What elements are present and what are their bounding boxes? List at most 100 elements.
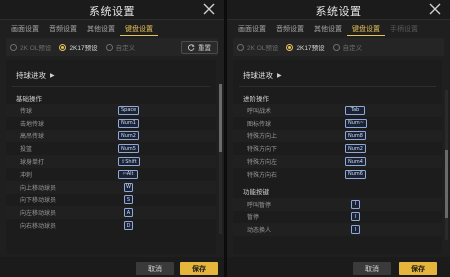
key-binding[interactable]: Num8 xyxy=(345,131,366,141)
refresh-icon xyxy=(188,43,195,51)
tab-other[interactable]: 其他设置 xyxy=(309,20,347,36)
keybind-row: 传球 Space xyxy=(6,104,216,117)
tab-display[interactable]: 画面设置 xyxy=(233,20,271,36)
group-label: 基础操作 xyxy=(16,95,42,103)
keybind-row: 向上移动球员 W xyxy=(6,180,216,194)
keybind-row: 高吊传球 Num2 xyxy=(6,129,216,143)
key-binding[interactable]: ⇦Alt xyxy=(118,169,138,179)
keybind-row: 图标传球 Num~ xyxy=(233,117,442,130)
tab-keyboard[interactable]: 键盘设置 xyxy=(347,20,385,36)
radio-icon xyxy=(237,43,244,51)
action-label: 特殊方向下 xyxy=(247,147,278,154)
scroll-thumb[interactable] xyxy=(219,84,222,152)
scrollbar[interactable] xyxy=(219,84,222,234)
preset-2kol[interactable]: 2K OL预设 xyxy=(237,42,278,52)
settings-dialog-right: 系统设置 画面设置 音频设置 其他设置 键盘设置 手柄设置 2K OL预设 2K… xyxy=(227,0,450,277)
preset-custom[interactable]: 自定义 xyxy=(332,42,363,52)
keybind-rows: 呼叫暂停 I 暂停 I 动态换人 I xyxy=(233,197,442,237)
key-binding[interactable]: D xyxy=(124,221,133,231)
keybind-row: 球身单打 ⇧Shift xyxy=(6,155,216,168)
action-label: 投篮 xyxy=(20,147,33,154)
group-label: 功能按键 xyxy=(243,189,269,197)
tab-gamepad[interactable]: 手柄设置 xyxy=(385,20,423,36)
preset-2kol[interactable]: 2K OL预设 xyxy=(10,42,51,52)
section-header[interactable]: 持球进攻 ▶ xyxy=(6,68,216,82)
key-binding[interactable]: Space xyxy=(118,105,140,115)
action-label: 传球 xyxy=(20,108,33,115)
action-label: 冲刺 xyxy=(20,172,33,179)
reset-label: 重置 xyxy=(198,45,211,52)
key-binding[interactable]: I xyxy=(351,225,360,235)
tab-display[interactable]: 画面设置 xyxy=(6,20,44,36)
key-binding[interactable]: S xyxy=(124,195,133,205)
cancel-button[interactable]: 取消 xyxy=(136,262,174,275)
section-header[interactable]: 持球进攻 ▶ xyxy=(233,68,442,82)
section-title: 持球进攻 xyxy=(16,70,46,80)
action-label: 球身单打 xyxy=(20,160,45,167)
keybind-row: 冲刺 ⇦Alt xyxy=(6,168,216,181)
keybind-row: 特殊方向上 Num8 xyxy=(233,129,442,143)
preset-2k17[interactable]: 2K17预设 xyxy=(59,42,98,52)
key-binding[interactable]: Num5 xyxy=(118,144,139,154)
key-binding[interactable]: I xyxy=(351,212,360,222)
cancel-button[interactable]: 取消 xyxy=(353,262,391,275)
keybind-row: 呼叫暂停 I xyxy=(233,197,442,211)
radio-icon xyxy=(286,43,294,51)
close-icon[interactable] xyxy=(428,2,442,16)
dialog-title: 系统设置 xyxy=(315,6,362,18)
action-label: 呼叫暂停 xyxy=(247,202,272,209)
key-binding[interactable]: Num1 xyxy=(118,118,139,128)
action-label: 动态换人 xyxy=(247,228,272,235)
key-binding[interactable]: Num6 xyxy=(345,169,366,179)
preset-bar: 2K OL预设 2K17预设 自定义 xyxy=(233,38,444,56)
preset-label: 自定义 xyxy=(342,45,363,52)
action-label: 向左移动球员 xyxy=(20,211,57,218)
tab-audio[interactable]: 音频设置 xyxy=(44,20,82,36)
key-binding[interactable]: Num~ xyxy=(345,118,367,128)
keybind-row: 向下移动球员 S xyxy=(6,194,216,207)
save-button[interactable]: 保存 xyxy=(399,262,437,275)
caret-right-icon: ▶ xyxy=(277,72,282,79)
preset-label: 2K17预设 xyxy=(69,45,98,52)
scrollbar[interactable] xyxy=(445,90,448,240)
keybind-row: 特殊方向左 Num4 xyxy=(233,155,442,168)
action-label: 暂停 xyxy=(247,215,260,222)
keybind-row: 特殊方向右 Num6 xyxy=(233,168,442,181)
preset-label: 2K17预设 xyxy=(296,45,325,52)
action-label: 特殊方向左 xyxy=(247,160,278,167)
save-button[interactable]: 保存 xyxy=(180,262,218,275)
key-binding[interactable]: Num2 xyxy=(345,144,366,154)
key-binding[interactable]: Num2 xyxy=(118,131,139,141)
key-binding[interactable]: ⇧Shift xyxy=(118,157,140,167)
action-label: 向右移动球员 xyxy=(20,224,57,231)
action-label: 向上移动球员 xyxy=(20,185,57,192)
preset-custom[interactable]: 自定义 xyxy=(105,42,135,52)
key-binding[interactable]: Tab xyxy=(345,105,365,115)
caret-right-icon: ▶ xyxy=(50,72,55,79)
tab-bar: 画面设置 音频设置 其他设置 键盘设置 xyxy=(0,20,224,36)
action-label: 击地传球 xyxy=(20,121,45,128)
preset-2k17[interactable]: 2K17预设 xyxy=(286,42,325,52)
tab-other[interactable]: 其他设置 xyxy=(82,20,120,36)
settings-dialog-left: 系统设置 画面设置 音频设置 其他设置 键盘设置 2K OL预设 2K17预设 … xyxy=(0,0,224,277)
divider xyxy=(12,86,210,87)
keybind-row: 投篮 Num5 xyxy=(6,142,216,155)
title-bar: 系统设置 xyxy=(0,0,224,20)
tab-bar: 画面设置 音频设置 其他设置 键盘设置 手柄设置 xyxy=(227,20,450,36)
scroll-thumb[interactable] xyxy=(445,150,448,218)
action-label: 图标传球 xyxy=(247,121,272,128)
tab-keyboard[interactable]: 键盘设置 xyxy=(120,20,158,36)
close-icon[interactable] xyxy=(202,2,216,16)
divider xyxy=(239,86,436,87)
keybind-row: 特殊方向下 Num2 xyxy=(233,142,442,155)
action-label: 向下移动球员 xyxy=(20,198,57,205)
reset-button[interactable]: 重置 xyxy=(181,40,218,54)
key-binding[interactable]: I xyxy=(351,199,360,209)
tab-audio[interactable]: 音频设置 xyxy=(271,20,309,36)
key-binding[interactable]: W xyxy=(124,182,133,192)
keybind-rows: 呼叫战术 Tab 图标传球 Num~ 特殊方向上 Num8 特殊方向下 Num2 特殊方… xyxy=(233,104,442,181)
action-label: 高吊传球 xyxy=(20,134,45,141)
key-binding[interactable]: A xyxy=(124,208,133,218)
keybind-row: 向左移动球员 A xyxy=(6,206,216,220)
key-binding[interactable]: Num4 xyxy=(345,157,366,167)
